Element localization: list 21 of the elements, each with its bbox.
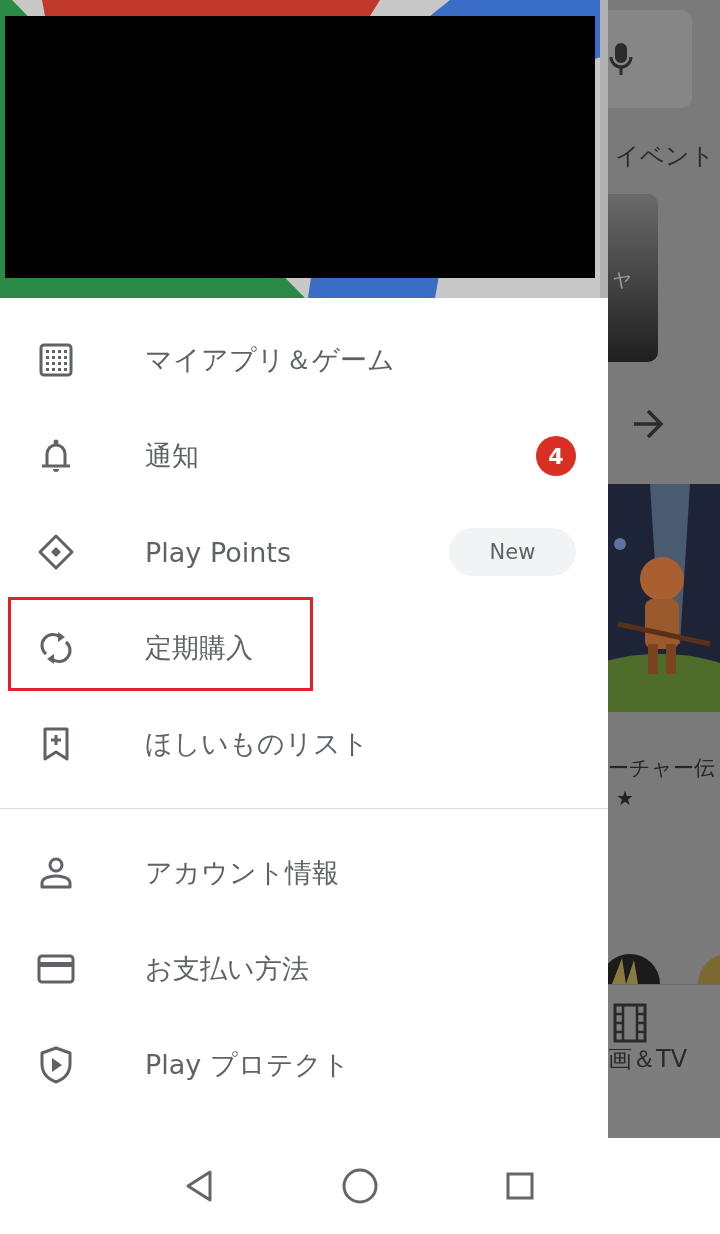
menu-item[interactable]: 定期購入: [145, 630, 576, 666]
new-tag: New: [449, 528, 576, 576]
tab-label[interactable]: イベント: [615, 140, 720, 172]
rating-text: ★: [616, 786, 635, 810]
home-button[interactable]: [340, 1166, 380, 1206]
app-title: ーチャー伝: [608, 755, 716, 782]
menu-item[interactable]: Play プロテクト: [145, 1047, 576, 1083]
menu-item[interactable]: アカウント情報: [145, 855, 576, 891]
app-card[interactable]: ャ: [608, 194, 658, 362]
count-badge: 4: [536, 436, 576, 476]
mic-icon[interactable]: [608, 41, 634, 77]
card-text: ャ: [610, 263, 635, 294]
diamond-icon: [36, 532, 76, 572]
menu-item[interactable]: ほしいものリスト: [145, 726, 576, 762]
menu-item[interactable]: マイアプリ＆ゲーム: [145, 342, 576, 378]
search-bar[interactable]: [608, 10, 692, 108]
film-icon[interactable]: [612, 1003, 648, 1043]
menu-item[interactable]: Play Points: [145, 536, 449, 568]
nav-label[interactable]: 画＆TV: [608, 1043, 688, 1075]
menu-item[interactable]: お支払い方法: [145, 951, 576, 987]
menu-item[interactable]: 通知: [145, 438, 536, 474]
